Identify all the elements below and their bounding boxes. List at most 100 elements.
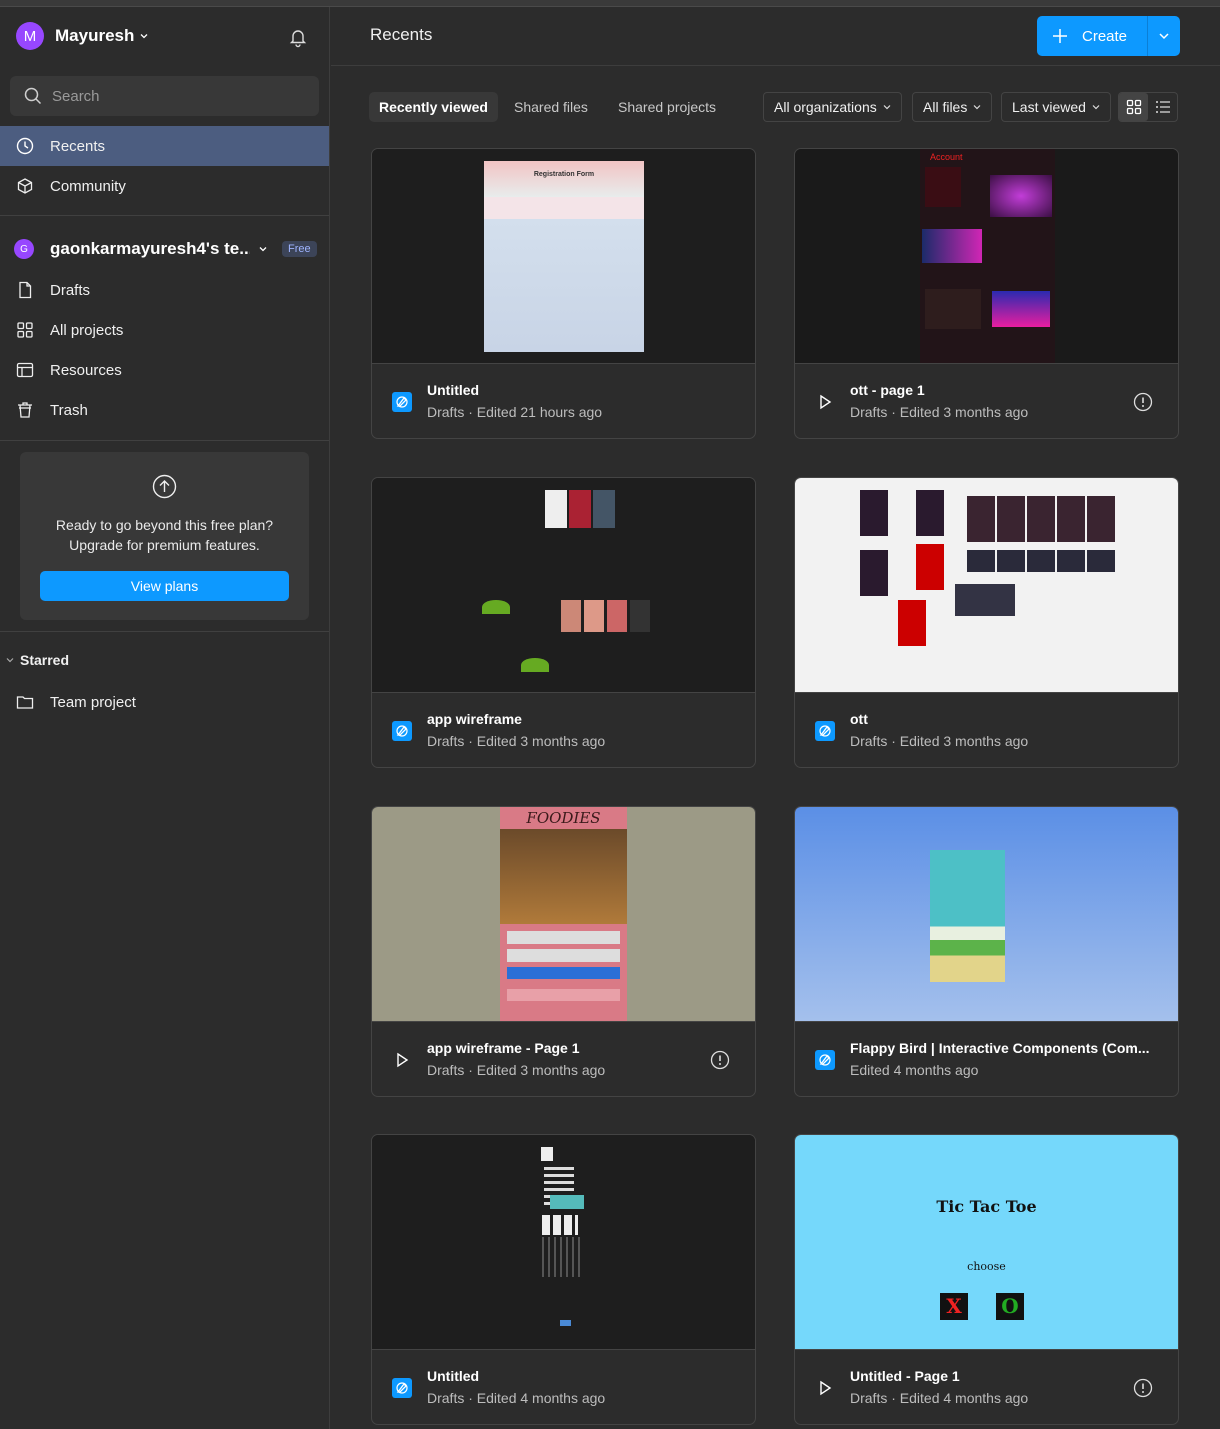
file-meta: Untitled - Page 1 Drafts · Edited 4 mont…	[795, 1351, 1178, 1424]
community-icon	[16, 177, 34, 195]
ott-poster	[992, 291, 1050, 327]
file-card[interactable]: FOODIES app wireframe - Page 1 Drafts · …	[371, 806, 756, 1097]
sidebar-item-label: Community	[50, 177, 126, 195]
main-content: Recents Create Recently viewed Shared fi…	[331, 7, 1220, 1429]
info-icon[interactable]	[1133, 392, 1153, 412]
wireframe-frame	[542, 1237, 582, 1277]
file-thumbnail	[372, 1135, 755, 1350]
design-file-icon	[392, 1378, 412, 1398]
file-card[interactable]: Account ott - page 1 Drafts · Edited 3 m…	[794, 148, 1179, 439]
create-main-button[interactable]: Create	[1037, 16, 1147, 56]
starred-item-team-project[interactable]: Team project	[0, 682, 329, 722]
ott-preview: Account	[920, 149, 1055, 363]
sort-filter[interactable]: Last viewed	[1001, 92, 1111, 122]
file-name: ott	[850, 711, 868, 727]
file-card[interactable]: ott Drafts · Edited 3 months ago	[794, 477, 1179, 768]
sidebar-item-drafts[interactable]: Drafts	[0, 270, 329, 310]
divider	[0, 215, 329, 216]
starred-section-toggle[interactable]: Starred	[6, 652, 69, 668]
prototype-play-icon[interactable]	[815, 392, 835, 412]
organization-filter[interactable]: All organizations	[763, 92, 902, 122]
sidebar: M Mayuresh Recents Community G gaonkarma…	[0, 7, 330, 1429]
ott-grid	[967, 550, 1117, 572]
chevron-down-icon	[1092, 105, 1100, 110]
file-icon	[16, 281, 34, 299]
file-card[interactable]: Flappy Bird | Interactive Components (Co…	[794, 806, 1179, 1097]
netflix-frame	[916, 544, 944, 590]
file-card[interactable]: Untitled Drafts · Edited 4 months ago	[371, 1134, 756, 1425]
account-switcher[interactable]: M Mayuresh	[16, 21, 149, 51]
view-plans-button[interactable]: View plans	[40, 571, 289, 601]
file-card[interactable]: Tic Tac Toe choose X O Untitled - Page 1…	[794, 1134, 1179, 1425]
filter-label: Last viewed	[1012, 99, 1086, 115]
food-app-title: FOODIES	[526, 809, 601, 827]
design-file-icon	[815, 721, 835, 741]
ott-block	[925, 167, 961, 207]
user-name: Mayuresh	[55, 26, 135, 45]
file-card[interactable]: Registration Form Untitled Drafts · Edit…	[371, 148, 756, 439]
divider	[0, 631, 329, 632]
login-field	[507, 949, 620, 962]
file-name: Untitled	[427, 382, 480, 398]
wireframe-frame	[550, 1195, 584, 1209]
sidebar-item-community[interactable]: Community	[0, 166, 329, 206]
file-name: ott - page 1	[850, 382, 925, 398]
team-switcher[interactable]: G gaonkarmayuresh4's te... Free	[14, 236, 319, 262]
file-type-filter[interactable]: All files	[912, 92, 993, 122]
file-thumbnail: Registration Form	[372, 149, 755, 364]
grid-view-button[interactable]	[1119, 93, 1148, 121]
plus-icon	[1053, 29, 1067, 43]
file-thumbnail: Tic Tac Toe choose X O	[795, 1135, 1178, 1350]
tab-shared-projects[interactable]: Shared projects	[608, 92, 726, 122]
search-box[interactable]	[10, 76, 319, 116]
info-icon[interactable]	[1133, 1378, 1153, 1398]
filter-label: All files	[923, 99, 968, 115]
file-meta: Untitled Drafts · Edited 4 months ago	[372, 1351, 755, 1424]
file-meta: Flappy Bird | Interactive Components (Co…	[795, 1023, 1178, 1096]
sidebar-item-resources[interactable]: Resources	[0, 350, 329, 390]
search-input[interactable]	[52, 87, 292, 105]
bell-icon[interactable]	[287, 26, 309, 48]
list-icon	[1155, 101, 1170, 113]
form-preview: Registration Form	[484, 161, 644, 352]
tab-recently-viewed[interactable]: Recently viewed	[369, 92, 498, 122]
file-card[interactable]: app wireframe Drafts · Edited 3 months a…	[371, 477, 756, 768]
file-name: app wireframe	[427, 711, 522, 727]
prototype-play-icon[interactable]	[815, 1378, 835, 1398]
file-subtitle: Drafts · Edited 3 months ago	[427, 1062, 606, 1078]
trash-icon	[16, 401, 34, 419]
ott-frame	[860, 550, 888, 596]
form-title: Registration Form	[484, 161, 644, 197]
plan-badge: Free	[282, 241, 317, 257]
info-icon[interactable]	[710, 1050, 730, 1070]
create-dropdown-button[interactable]	[1148, 16, 1180, 56]
sidebar-item-recents[interactable]: Recents	[0, 126, 329, 166]
file-subtitle: Drafts · Edited 3 months ago	[850, 404, 1029, 420]
tab-shared-files[interactable]: Shared files	[504, 92, 598, 122]
sidebar-item-all-projects[interactable]: All projects	[0, 310, 329, 350]
sidebar-item-trash[interactable]: Trash	[0, 390, 329, 430]
wireframe-frame	[560, 1320, 571, 1326]
wireframe-frame	[569, 490, 591, 528]
grid-icon	[1126, 99, 1141, 115]
design-file-icon	[815, 1050, 835, 1070]
file-name: app wireframe - Page 1	[427, 1040, 580, 1056]
ott-block	[925, 289, 981, 329]
file-thumbnail	[795, 807, 1178, 1022]
chevron-down-icon	[259, 247, 267, 252]
grid-icon	[16, 321, 34, 339]
ott-frame	[955, 584, 1015, 616]
wireframe-frame	[593, 490, 615, 528]
file-subtitle: Drafts · Edited 3 months ago	[427, 733, 606, 749]
file-name: Untitled	[427, 1368, 480, 1384]
design-file-icon	[392, 721, 412, 741]
file-thumbnail	[372, 478, 755, 693]
leaf-graphic	[521, 658, 549, 672]
upgrade-line-1: Ready to go beyond this free plan?	[55, 517, 274, 533]
food-app-preview: FOODIES	[500, 807, 627, 1021]
o-choice-tile: O	[996, 1293, 1024, 1320]
create-button[interactable]: Create	[1037, 16, 1180, 56]
prototype-play-icon[interactable]	[392, 1050, 412, 1070]
filter-label: All organizations	[774, 99, 877, 115]
list-view-button[interactable]	[1148, 93, 1177, 121]
